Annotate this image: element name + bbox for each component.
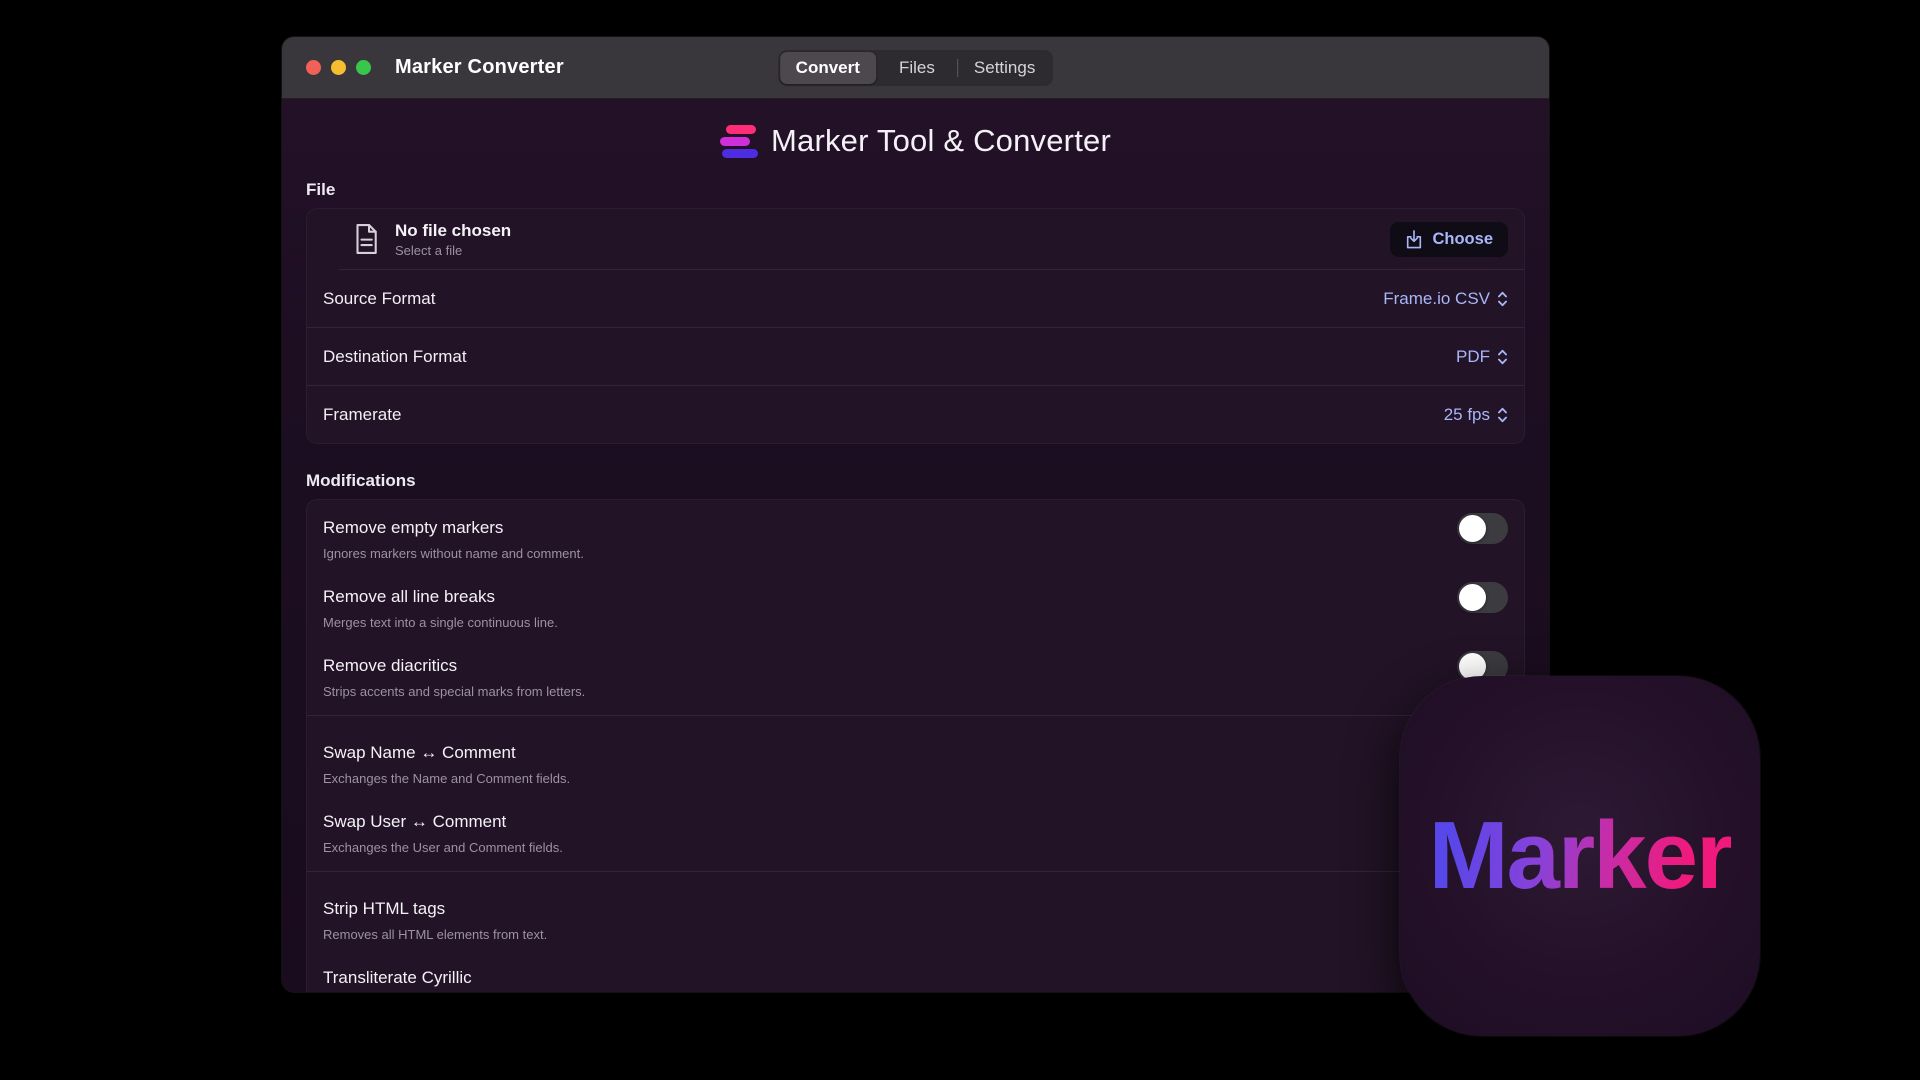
source-format-select[interactable]: Frame.io CSV bbox=[1383, 289, 1508, 309]
row-subtitle: Merges text into a single continuous lin… bbox=[323, 614, 558, 631]
row-subtitle: Exchanges the Name and Comment fields. bbox=[323, 770, 570, 787]
remove-line-breaks-toggle[interactable] bbox=[1457, 582, 1508, 613]
remove-empty-markers-toggle[interactable] bbox=[1457, 513, 1508, 544]
row-subtitle: Removes all HTML elements from text. bbox=[323, 926, 547, 943]
choose-file-button[interactable]: Choose bbox=[1390, 222, 1508, 257]
modifications-card: Remove empty markers Ignores markers wit… bbox=[306, 499, 1525, 992]
row-title: Remove empty markers bbox=[323, 517, 584, 539]
file-chosen-label: No file chosen bbox=[395, 221, 511, 241]
file-section-label: File bbox=[306, 180, 1525, 200]
convert-pane: Marker Tool & Converter File No file c bbox=[282, 99, 1549, 992]
desktop-background: Marker Converter Convert Files Settings … bbox=[0, 0, 1920, 1080]
row-subtitle: Ignores markers without name and comment… bbox=[323, 545, 584, 562]
remove-diacritics-row: Remove diacritics Strips accents and spe… bbox=[307, 644, 1524, 713]
row-title: Remove diacritics bbox=[323, 655, 585, 677]
file-card: No file chosen Select a file Choose bbox=[306, 208, 1525, 444]
tab-bar: Convert Files Settings bbox=[778, 50, 1054, 86]
source-format-row: Source Format Frame.io CSV bbox=[307, 270, 1524, 327]
chevron-up-down-icon bbox=[1497, 406, 1508, 424]
marker-app-icon: Marker bbox=[1400, 676, 1760, 1036]
minimize-button[interactable] bbox=[331, 60, 346, 75]
swap-user-comment-row: Swap User ↔ Comment Exchanges the User a… bbox=[307, 800, 1524, 869]
title-bar[interactable]: Marker Converter Convert Files Settings bbox=[282, 37, 1549, 99]
framerate-label: Framerate bbox=[323, 405, 401, 425]
tab-files[interactable]: Files bbox=[877, 52, 957, 84]
import-file-icon bbox=[1405, 229, 1423, 250]
marker-logo-icon bbox=[720, 125, 758, 158]
transliterate-cyrillic-row: Transliterate Cyrillic Converts Cyrillic… bbox=[307, 956, 1524, 992]
traffic-lights bbox=[282, 60, 371, 75]
zoom-button[interactable] bbox=[356, 60, 371, 75]
tab-convert[interactable]: Convert bbox=[780, 52, 876, 84]
marker-app-icon-wordmark: Marker bbox=[1429, 801, 1732, 911]
file-hint-label: Select a file bbox=[395, 243, 511, 258]
destination-format-select[interactable]: PDF bbox=[1456, 347, 1508, 367]
remove-line-breaks-row: Remove all line breaks Merges text into … bbox=[307, 575, 1524, 644]
row-subtitle: Exchanges the User and Comment fields. bbox=[323, 839, 563, 856]
swap-name-comment-row: Swap Name ↔ Comment Exchanges the Name a… bbox=[307, 716, 1524, 800]
framerate-row: Framerate 25 fps bbox=[307, 386, 1524, 443]
destination-format-row: Destination Format PDF bbox=[307, 328, 1524, 385]
source-format-label: Source Format bbox=[323, 289, 435, 309]
framerate-select[interactable]: 25 fps bbox=[1444, 405, 1508, 425]
page-title: Marker Tool & Converter bbox=[771, 123, 1111, 159]
chevron-up-down-icon bbox=[1497, 348, 1508, 366]
window-title: Marker Converter bbox=[395, 56, 564, 79]
file-picker-row: No file chosen Select a file Choose bbox=[307, 209, 1524, 269]
row-title: Remove all line breaks bbox=[323, 586, 558, 608]
document-icon bbox=[351, 222, 381, 256]
strip-html-row: Strip HTML tags Removes all HTML element… bbox=[307, 872, 1524, 956]
tab-settings[interactable]: Settings bbox=[958, 52, 1051, 84]
row-title: Swap Name ↔ Comment bbox=[323, 742, 570, 764]
row-title: Transliterate Cyrillic bbox=[323, 967, 575, 989]
app-header: Marker Tool & Converter bbox=[306, 119, 1525, 163]
chevron-up-down-icon bbox=[1497, 290, 1508, 308]
close-button[interactable] bbox=[306, 60, 321, 75]
row-title: Strip HTML tags bbox=[323, 898, 547, 920]
row-title: Swap User ↔ Comment bbox=[323, 811, 563, 833]
destination-format-label: Destination Format bbox=[323, 347, 467, 367]
row-subtitle: Strips accents and special marks from le… bbox=[323, 683, 585, 700]
marker-converter-window: Marker Converter Convert Files Settings … bbox=[282, 37, 1549, 992]
modifications-section-label: Modifications bbox=[306, 471, 1525, 491]
remove-empty-markers-row: Remove empty markers Ignores markers wit… bbox=[307, 506, 1524, 575]
